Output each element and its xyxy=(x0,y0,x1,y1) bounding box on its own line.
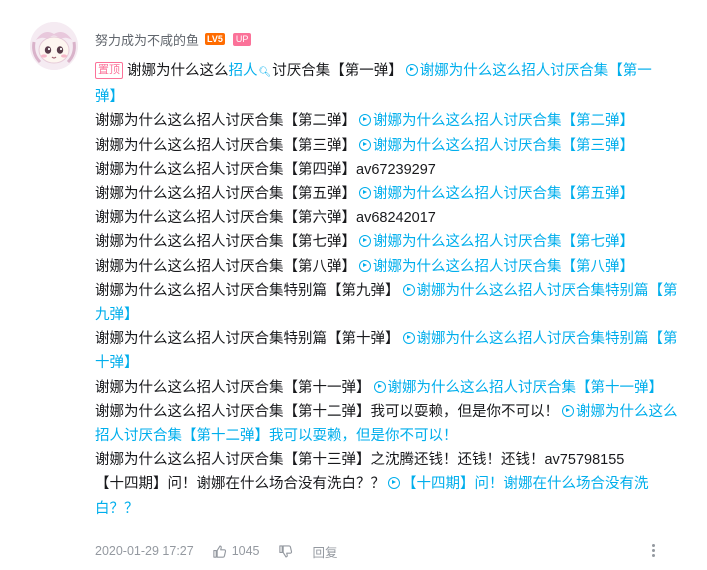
comment-footer: 2020-01-29 17:27 1045 回复 xyxy=(95,542,338,560)
like-button[interactable]: 1045 xyxy=(212,544,260,559)
video-link[interactable]: 谢娜为什么这么招人讨厌合集【第十一弹】 xyxy=(388,380,664,396)
reply-button[interactable]: 回复 xyxy=(313,542,338,561)
level-badge: LV5 xyxy=(205,33,225,45)
comment-text: 谢娜为什么这么招人讨厌合集【第二弹】 xyxy=(95,113,356,130)
more-icon[interactable] xyxy=(648,541,658,559)
avatar[interactable] xyxy=(30,22,78,70)
username[interactable]: 努力成为不咸的鱼 xyxy=(95,30,199,49)
video-link[interactable]: 谢娜为什么这么招人讨厌合集【第七弹】 xyxy=(373,234,634,250)
comment-text: 讨厌合集【第一弹】 xyxy=(272,63,403,79)
comment-text: 谢娜为什么这么招人讨厌合集【第十二弹】我可以耍赖，但是你不可以！ xyxy=(95,403,559,420)
pinned-badge: 置顶 xyxy=(95,62,123,79)
video-link[interactable]: 谢娜为什么这么招人讨厌合集【第二弹】 xyxy=(373,113,634,129)
search-icon: 🔍︎ xyxy=(258,67,272,78)
comment-text: 谢娜为什么这么招人讨厌合集【第三弹】 xyxy=(95,137,356,154)
comment-text: 谢娜为什么这么招人讨厌合集【第十一弹】 xyxy=(95,379,371,396)
video-link-icon xyxy=(359,114,371,127)
comment-text: 谢娜为什么这么招人讨厌合集特别篇【第十弹】 xyxy=(95,331,400,348)
like-count: 1045 xyxy=(231,544,260,558)
dislike-button[interactable] xyxy=(278,544,293,559)
video-link[interactable]: 谢娜为什么这么招人讨厌合集【第三弹】 xyxy=(373,138,634,154)
comment-text: 【十四期】问！谢娜在什么场合没有洗白？？ xyxy=(95,476,385,493)
comment-text: 谢娜为什么这么招人讨厌合集【第七弹】 xyxy=(95,234,356,251)
video-link-icon xyxy=(388,477,400,490)
comment-text: 谢娜为什么这么招人讨厌合集【第八弹】 xyxy=(95,258,356,275)
comment-text: 谢娜为什么这么招人讨厌合集特别篇【第九弹】 xyxy=(95,282,400,299)
video-link[interactable]: 谢娜为什么这么招人讨厌合集【第八弹】 xyxy=(373,259,634,275)
search-keyword-link[interactable]: 招人🔍︎ xyxy=(229,63,273,79)
comment-content: 置顶 谢娜为什么这么招人🔍︎讨厌合集【第一弹】 谢娜为什么这么招人讨厌合集【第一弹】… xyxy=(95,59,680,521)
comment-text: 谢娜为什么这么招人讨厌合集【第十三弹】之沈腾还钱！还钱！还钱！av7579815… xyxy=(95,452,625,469)
video-link-icon xyxy=(402,283,415,296)
video-link-icon xyxy=(359,259,371,272)
video-link-icon xyxy=(562,404,574,417)
up-badge: UP xyxy=(232,32,252,46)
comment-text: 谢娜为什么这么 xyxy=(127,63,229,79)
thumbs-up-icon xyxy=(213,545,226,558)
video-link-icon xyxy=(359,235,371,248)
comment-text: 谢娜为什么这么招人讨厌合集【第六弹】av68242017 xyxy=(95,210,436,227)
video-link-icon xyxy=(373,380,386,393)
comment-text: 谢娜为什么这么招人讨厌合集【第四弹】av67239297 xyxy=(95,161,436,178)
timestamp: 2020-01-29 17:27 xyxy=(95,544,194,558)
video-link-icon xyxy=(405,64,418,76)
comment-header: 努力成为不咸的鱼 LV5 UP xyxy=(95,30,252,49)
video-link-icon xyxy=(402,332,415,345)
video-link-icon xyxy=(359,187,371,200)
video-link-icon xyxy=(359,138,371,151)
thumbs-down-icon xyxy=(278,544,292,557)
video-link[interactable]: 谢娜为什么这么招人讨厌合集【第五弹】 xyxy=(373,186,634,202)
comment-text: 谢娜为什么这么招人讨厌合集【第五弹】 xyxy=(95,186,356,203)
